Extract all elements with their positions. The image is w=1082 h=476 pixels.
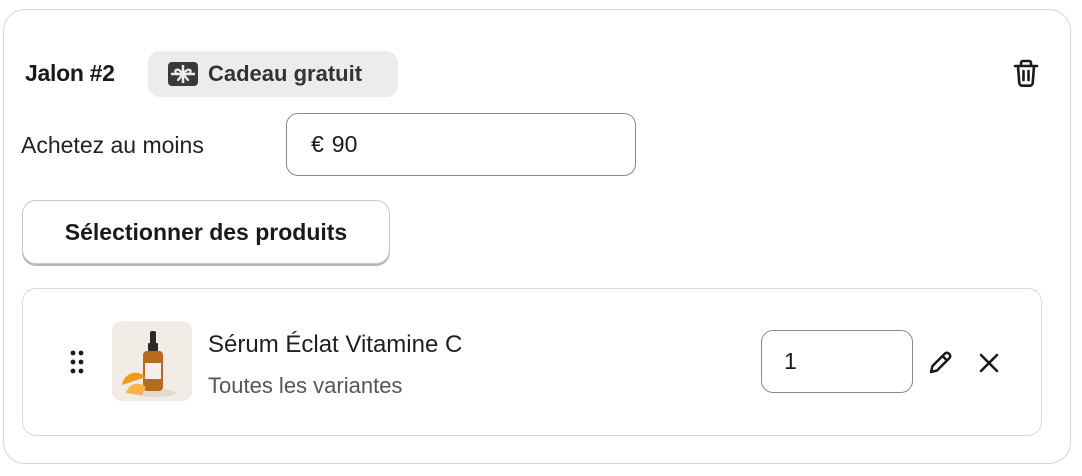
select-products-button[interactable]: Sélectionner des produits — [22, 200, 390, 264]
product-row: Sérum Éclat Vitamine C Toutes les varian… — [22, 288, 1042, 436]
serum-bottle-image — [112, 321, 192, 401]
min-purchase-label: Achetez au moins — [21, 132, 204, 158]
quantity-value: 1 — [784, 348, 797, 374]
product-name: Sérum Éclat Vitamine C — [208, 331, 463, 358]
quantity-input[interactable]: 1 — [761, 330, 913, 393]
badge-label: Cadeau gratuit — [208, 61, 363, 86]
close-icon[interactable] — [976, 350, 1002, 376]
drag-handle-icon[interactable] — [69, 349, 85, 375]
free-gift-badge: Cadeau gratuit — [148, 51, 398, 97]
product-thumbnail — [112, 321, 192, 401]
product-variants: Toutes les variantes — [208, 373, 403, 398]
milestone-title: Jalon #2 — [25, 60, 115, 86]
trash-icon[interactable] — [1010, 58, 1042, 90]
currency-symbol: € — [311, 131, 324, 157]
min-purchase-input[interactable]: € 90 — [286, 113, 636, 176]
min-purchase-value: 90 — [331, 131, 358, 157]
pencil-icon[interactable] — [926, 349, 954, 377]
gift-icon — [168, 62, 198, 86]
